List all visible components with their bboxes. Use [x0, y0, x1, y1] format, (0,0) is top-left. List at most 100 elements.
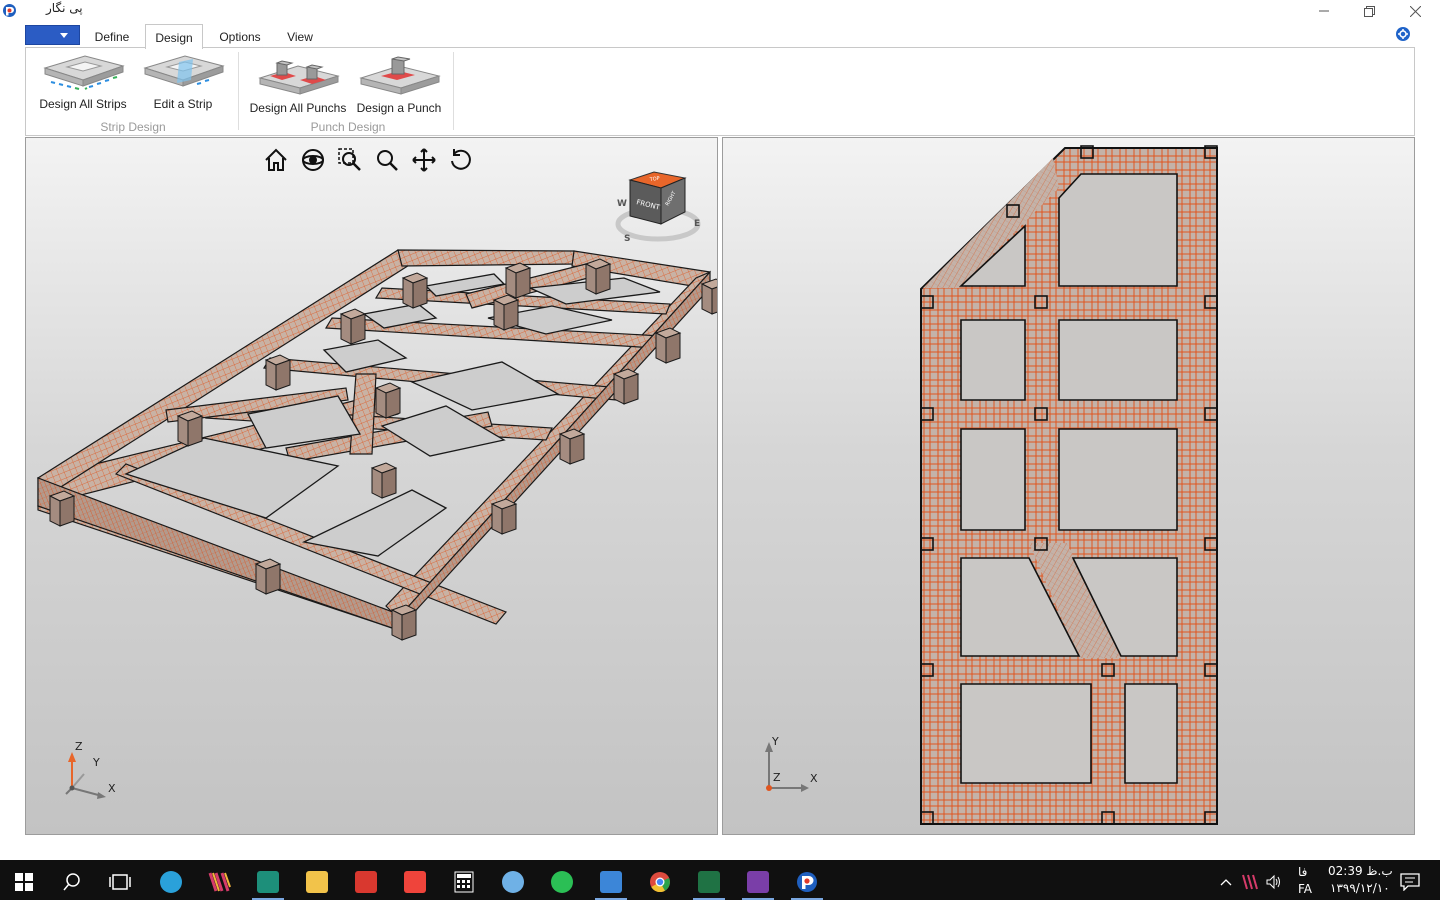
volume-icon[interactable] [1262, 864, 1286, 900]
outer-strip-top-a[interactable] [397, 249, 577, 267]
pier-side [711, 286, 717, 315]
zoom-icon[interactable] [373, 146, 401, 174]
compass-e-label: E [694, 219, 700, 229]
pier-side [350, 313, 366, 345]
tab-view[interactable]: View [278, 24, 322, 48]
pier-side [569, 433, 585, 465]
help-icon[interactable] [1396, 27, 1410, 41]
diagonal-strip-3d[interactable] [349, 373, 377, 455]
column-pier[interactable] [613, 373, 625, 405]
reset-view-icon[interactable] [447, 146, 475, 174]
column-pier[interactable] [559, 433, 571, 465]
strip-design-group-label: Strip Design [100, 120, 166, 134]
column-pier[interactable] [265, 359, 277, 391]
view-toolbar [262, 146, 475, 174]
design-all-strips-button[interactable]: Design All Strips [36, 54, 130, 116]
app-red-icon[interactable] [346, 864, 386, 900]
column-pier[interactable] [340, 313, 352, 345]
winrar-icon[interactable] [200, 864, 240, 900]
home-icon[interactable] [262, 146, 290, 174]
orbit-icon[interactable] [299, 146, 327, 174]
view-cube[interactable]: TOP FRONT RIGHT W S E [614, 168, 706, 248]
column-pier[interactable] [391, 609, 403, 641]
column-pier[interactable] [49, 495, 61, 527]
start-icon[interactable] [4, 864, 44, 900]
pier-side [385, 387, 401, 419]
pier-side [401, 609, 417, 641]
telegram-icon[interactable] [151, 864, 191, 900]
design-a-punch-button[interactable]: Design a Punch [352, 54, 446, 116]
ribbon-tab-row: Define Design Options View [0, 24, 1440, 49]
design-all-punchs-icon [258, 60, 340, 95]
slab-opening [960, 428, 1026, 531]
chrome-icon[interactable] [640, 864, 680, 900]
pier-side [59, 495, 75, 527]
column-pier[interactable] [402, 277, 414, 309]
paint-icon[interactable] [493, 864, 533, 900]
chevron-down-icon [60, 33, 68, 38]
pier-side [265, 563, 281, 595]
ribbon-group-separator [453, 52, 454, 130]
column-pier[interactable] [177, 415, 189, 447]
language-indicator[interactable]: FA [1298, 882, 1312, 896]
slab-opening [1058, 428, 1178, 531]
mat-opening-3d [301, 489, 448, 557]
column-pier[interactable] [491, 503, 503, 535]
mat-opening-3d [409, 361, 560, 411]
column-pier[interactable] [655, 332, 667, 364]
compass-w-label: W [617, 199, 627, 209]
whatsapp-icon[interactable] [542, 864, 582, 900]
column-pier[interactable] [375, 387, 387, 419]
foundation-plan-view[interactable] [723, 138, 1415, 835]
axis-y-label: Y [772, 735, 779, 748]
ribbon-group-separator [238, 52, 239, 130]
winrar-tray-icon[interactable] [1238, 864, 1262, 900]
pier-side [501, 503, 517, 535]
column-pier[interactable] [493, 299, 505, 331]
column-pier[interactable] [371, 467, 383, 499]
column-pier[interactable] [255, 563, 267, 595]
file-explorer-icon[interactable] [297, 864, 337, 900]
search-icon[interactable] [52, 864, 92, 900]
column-pier[interactable] [585, 263, 597, 295]
design-all-strips-label: Design All Strips [39, 97, 127, 111]
painegar-icon[interactable] [787, 864, 827, 900]
tab-design[interactable]: Design [145, 24, 203, 49]
purple-app-icon[interactable] [738, 864, 778, 900]
column-pier[interactable] [701, 283, 713, 315]
autocad-icon[interactable] [248, 864, 288, 900]
axis-triad-plan [765, 742, 809, 792]
column-pier[interactable] [505, 267, 517, 299]
axis-x-label: X [108, 782, 116, 795]
close-button[interactable] [1392, 0, 1438, 22]
pier-side [187, 415, 203, 447]
minimize-button[interactable] [1301, 0, 1347, 22]
viewport-plan[interactable]: Y Z X [722, 137, 1415, 835]
tab-options[interactable]: Options [210, 24, 270, 48]
restore-button[interactable] [1346, 0, 1392, 22]
title-bar: پی نگار [0, 0, 1440, 22]
slab-opening [1058, 173, 1178, 287]
slab-opening [1124, 683, 1178, 784]
pier-side [665, 332, 681, 364]
design-all-punchs-button[interactable]: Design All Punchs [248, 54, 348, 116]
chevron-up-icon[interactable] [1214, 864, 1238, 900]
pier-side [412, 277, 428, 309]
pan-icon[interactable] [410, 146, 438, 174]
viewport-3d[interactable]: TOP FRONT RIGHT W S E Z Y X [25, 137, 718, 835]
file-menu-button[interactable] [25, 25, 80, 45]
anydesk-icon[interactable] [395, 864, 435, 900]
calculator-icon[interactable] [444, 864, 484, 900]
tab-define[interactable]: Define [86, 24, 138, 48]
design-all-strips-icon [43, 55, 125, 90]
clock-date[interactable]: ۱۳۹۹/۱۲/۱۰ [1330, 881, 1390, 895]
notifications-icon[interactable] [1390, 864, 1430, 900]
remote-desktop-icon[interactable] [591, 864, 631, 900]
taskbar: فا FA 02:39 ب.ظ ۱۳۹۹/۱۲/۱۰ [0, 860, 1440, 900]
zoom-window-icon[interactable] [336, 146, 364, 174]
pier-side [515, 267, 531, 299]
task-view-icon[interactable] [100, 864, 140, 900]
clock-time[interactable]: 02:39 ب.ظ [1328, 864, 1393, 878]
edit-a-strip-button[interactable]: Edit a Strip [136, 54, 230, 116]
excel-icon[interactable] [689, 864, 729, 900]
